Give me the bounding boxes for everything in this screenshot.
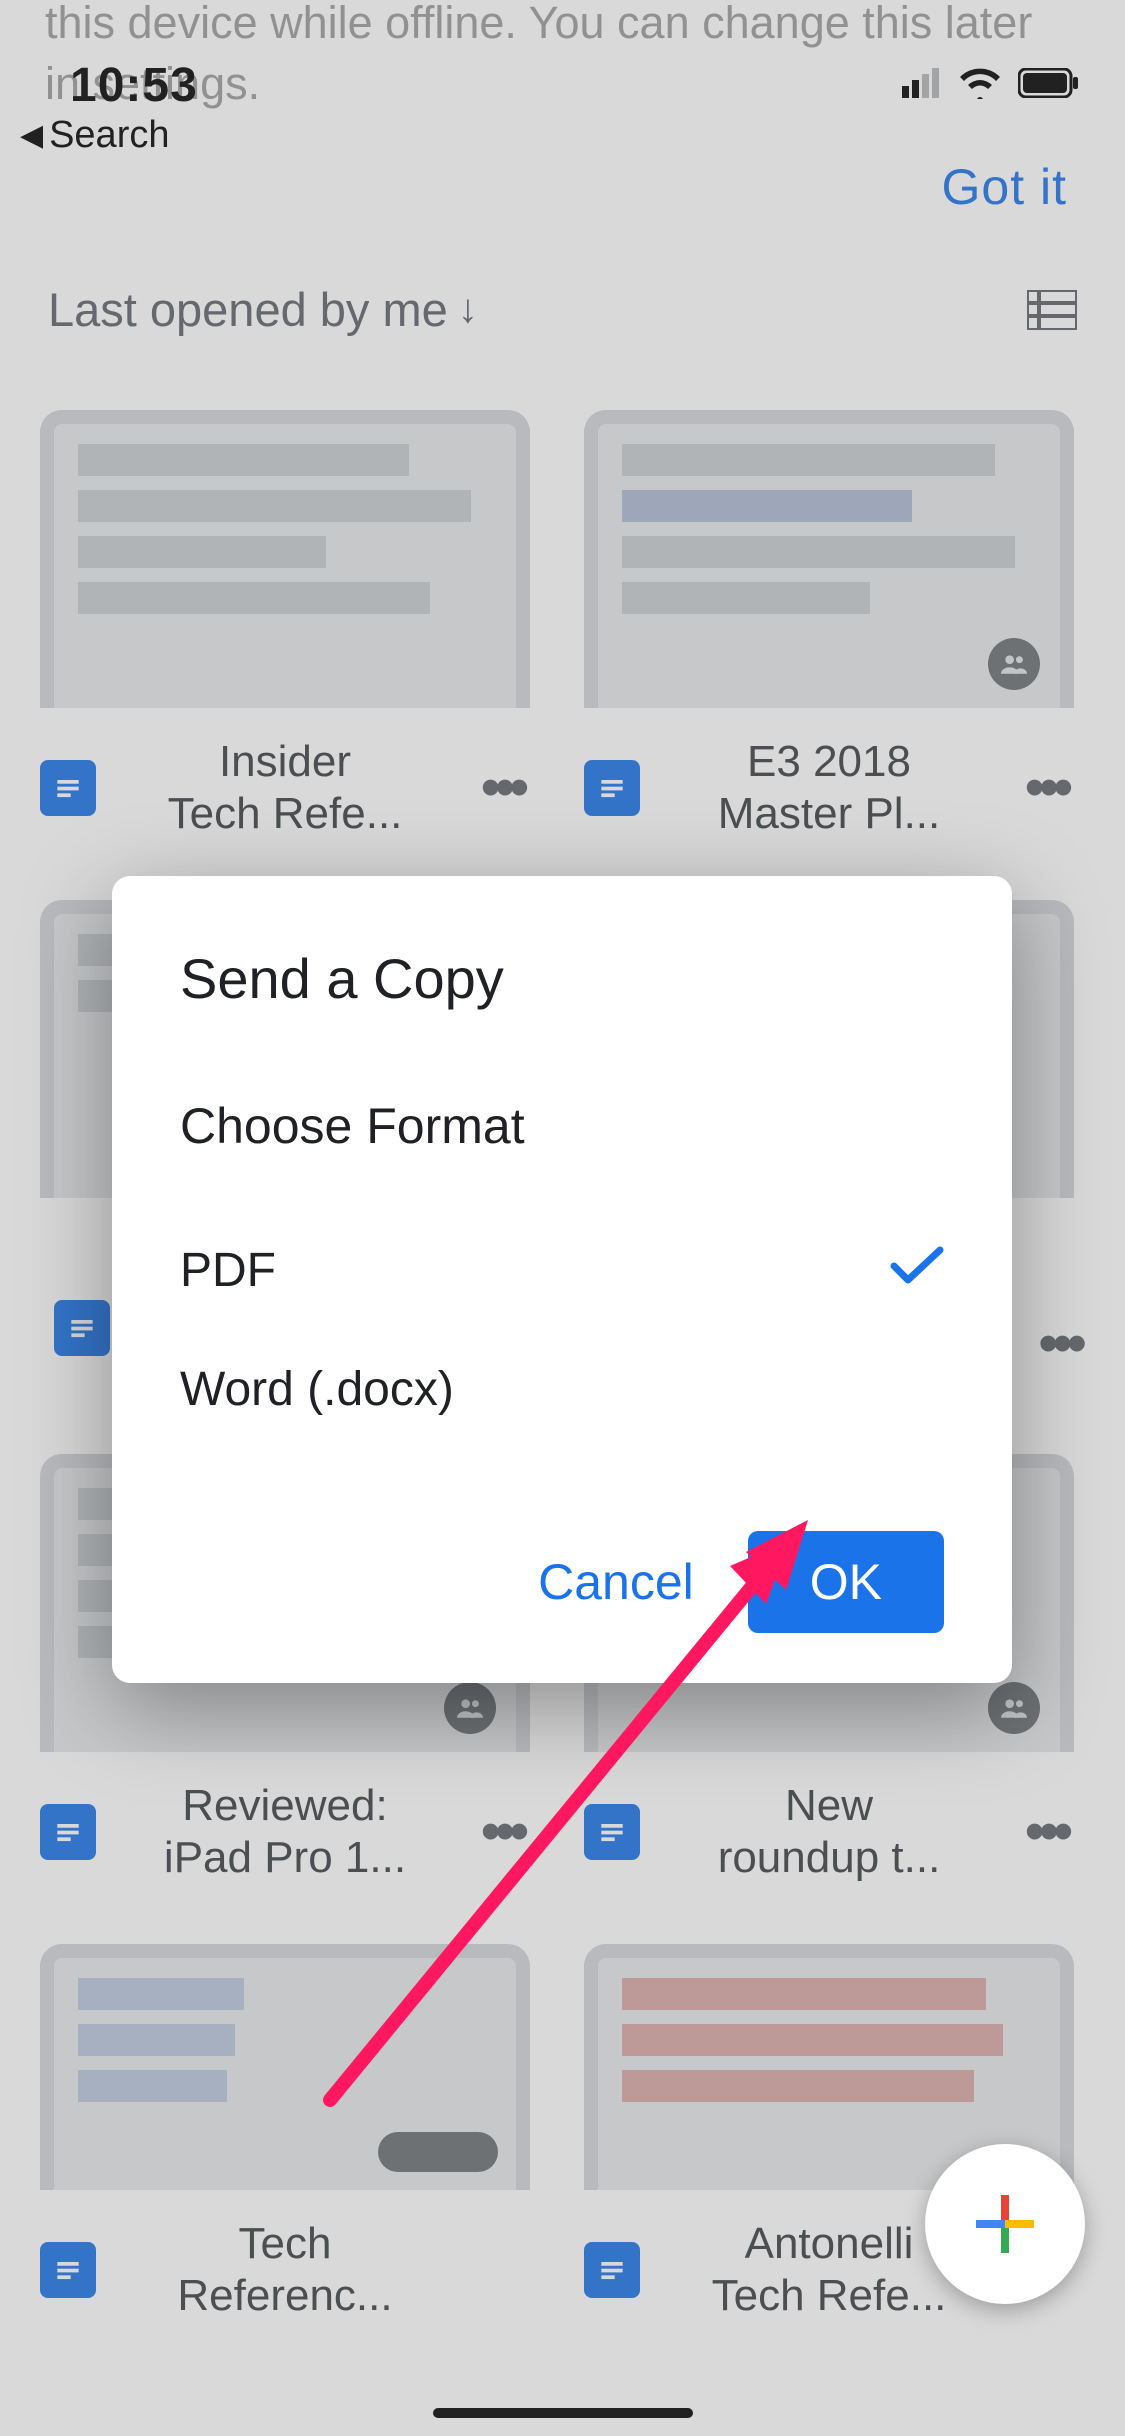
docs-file-icon [584, 1804, 640, 1860]
docs-file-icon [584, 760, 640, 816]
more-options-icon[interactable]: ••• [474, 754, 530, 821]
got-it-button[interactable]: Got it [942, 158, 1067, 216]
list-view-icon[interactable] [1027, 290, 1077, 330]
doc-title-line2: roundup t... [656, 1832, 1002, 1884]
sort-arrow-down-icon: ↓ [458, 287, 478, 332]
doc-thumbnail [584, 410, 1074, 708]
shared-badge-icon [988, 638, 1040, 690]
ok-button[interactable]: OK [748, 1531, 944, 1633]
checkmark-icon [890, 1243, 944, 1298]
doc-title-line1: New [656, 1780, 1002, 1832]
more-options-icon[interactable]: ••• [1018, 1798, 1074, 1865]
dialog-subtitle: Choose Format [180, 1097, 944, 1155]
back-to-search[interactable]: ◀ Search [20, 114, 169, 157]
doc-card[interactable]: E3 2018 Master Pl... ••• [584, 410, 1074, 840]
shared-badge-icon [988, 1682, 1040, 1734]
doc-title-line2: Tech Refe... [112, 788, 458, 840]
back-label: Search [49, 114, 169, 157]
doc-title-line2: Master Pl... [656, 788, 1002, 840]
doc-thumbnail [40, 1944, 530, 2190]
status-bar: 10:53 [0, 0, 1125, 130]
back-triangle-icon: ◀ [20, 118, 43, 153]
format-label: PDF [180, 1243, 276, 1298]
more-options-icon[interactable]: ••• [474, 1798, 530, 1865]
cellular-icon [902, 68, 942, 103]
home-indicator [433, 2408, 693, 2418]
sort-selector[interactable]: Last opened by me ↓ [48, 282, 478, 337]
more-options-icon[interactable]: ••• [1038, 1310, 1081, 1377]
plus-icon [970, 2189, 1040, 2259]
docs-file-icon [40, 760, 96, 816]
doc-card[interactable]: Tech Referenc... ••• [40, 1944, 530, 2322]
docs-file-icon [40, 1804, 96, 1860]
docs-file-icon [40, 2242, 96, 2298]
wifi-icon [958, 67, 1002, 104]
doc-title-line2: Referenc... [112, 2270, 458, 2322]
shared-badge-icon [444, 1682, 496, 1734]
sort-label-text: Last opened by me [48, 282, 448, 337]
dialog-title: Send a Copy [180, 946, 944, 1011]
format-option-word[interactable]: Word (.docx) [180, 1330, 944, 1449]
doc-title-line1: Insider [112, 736, 458, 788]
cancel-button[interactable]: Cancel [538, 1553, 694, 1611]
doc-title-line1: E3 2018 [656, 736, 1002, 788]
status-time: 10:53 [70, 58, 198, 113]
doc-card[interactable]: Insider Tech Refe... ••• [40, 410, 530, 840]
doc-title-line1: Tech [112, 2218, 458, 2270]
format-label: Word (.docx) [180, 1362, 454, 1417]
shared-badge-icon [378, 2132, 498, 2172]
doc-thumbnail [40, 410, 530, 708]
battery-icon [1018, 68, 1080, 103]
doc-title-line1: Reviewed: [112, 1780, 458, 1832]
create-fab[interactable] [925, 2144, 1085, 2304]
format-option-pdf[interactable]: PDF [180, 1211, 944, 1330]
doc-title-line2: iPad Pro 1... [112, 1832, 458, 1884]
docs-file-icon [54, 1300, 110, 1356]
send-copy-dialog: Send a Copy Choose Format PDF Word (.doc… [112, 876, 1012, 1683]
docs-file-icon [584, 2242, 640, 2298]
more-options-icon[interactable]: ••• [1018, 754, 1074, 821]
